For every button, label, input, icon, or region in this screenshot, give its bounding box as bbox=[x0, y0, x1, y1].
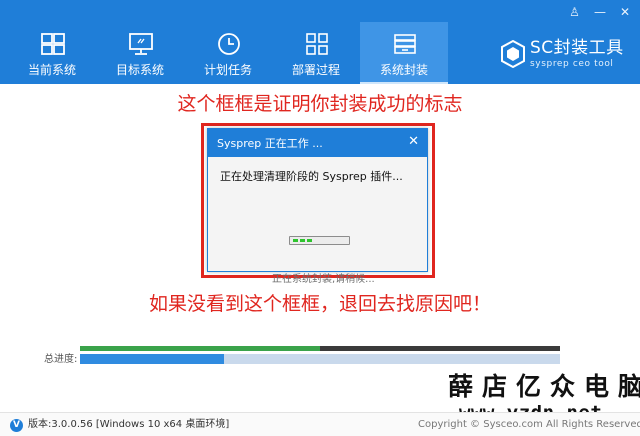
user-icon[interactable]: ♙ bbox=[569, 6, 580, 18]
nav-system-package[interactable]: 系统封装 bbox=[360, 22, 448, 84]
app-header: ♙ — ✕ 当前系统 目标系统 计划任务 部署过程 系统封装 SC封装工具 sy… bbox=[0, 0, 640, 84]
windows-icon bbox=[41, 33, 65, 55]
watermark-title: 薛店亿众电脑 bbox=[448, 372, 640, 401]
step-progress-bar bbox=[80, 346, 560, 351]
annotation-bottom: 如果没看到这个框框，退回去找原因吧！ bbox=[148, 293, 491, 315]
grid-icon bbox=[306, 33, 328, 55]
total-progress-bar bbox=[80, 354, 560, 364]
dialog-titlebar: Sysprep 正在工作 ... ✕ bbox=[208, 129, 427, 157]
monitor-icon bbox=[129, 33, 153, 55]
nav-label: 当前系统 bbox=[27, 63, 76, 77]
total-progress-fill bbox=[80, 354, 224, 364]
total-progress-label: 总进度: bbox=[44, 354, 78, 365]
logo-mark-icon bbox=[501, 40, 525, 68]
nav-current-system[interactable]: 当前系统 bbox=[8, 22, 96, 84]
version-text: 版本:3.0.0.56 [Windows 10 x64 桌面环境] bbox=[28, 419, 230, 430]
nav-label: 部署过程 bbox=[291, 63, 340, 77]
nav-label: 计划任务 bbox=[203, 63, 252, 77]
status-bar: V 版本:3.0.0.56 [Windows 10 x64 桌面环境] Copy… bbox=[0, 412, 640, 436]
step-progress-fill bbox=[80, 346, 320, 351]
status-text: 正在系统封装,请稍候... bbox=[272, 274, 375, 285]
progress-segment bbox=[293, 239, 298, 242]
minimize-button[interactable]: — bbox=[594, 6, 606, 18]
window-controls: ♙ — ✕ bbox=[569, 6, 630, 18]
dialog-progress-bar bbox=[289, 236, 350, 245]
version-badge-icon: V bbox=[10, 419, 23, 432]
logo-subtitle: sysprep ceo tool bbox=[530, 59, 614, 69]
nav-label: 目标系统 bbox=[115, 63, 164, 77]
app-logo: SC封装工具 sysprep ceo tool bbox=[500, 38, 632, 74]
dialog-close-button[interactable]: ✕ bbox=[408, 135, 419, 149]
package-icon bbox=[394, 34, 416, 54]
nav-scheduled-tasks[interactable]: 计划任务 bbox=[184, 22, 272, 84]
close-button[interactable]: ✕ bbox=[620, 6, 630, 18]
progress-segment bbox=[300, 239, 305, 242]
nav-deployment[interactable]: 部署过程 bbox=[272, 22, 360, 84]
progress-segment bbox=[307, 239, 312, 242]
copyright-text: Copyright © Sysceo.com All Rights Reserv… bbox=[418, 419, 640, 430]
dialog-message: 正在处理清理阶段的 Sysprep 插件... bbox=[220, 170, 403, 183]
nav-label: 系统封装 bbox=[379, 63, 428, 77]
logo-title: SC封装工具 bbox=[530, 38, 624, 58]
annotation-top: 这个框框是证明你封装成功的标志 bbox=[177, 93, 463, 115]
nav-target-system[interactable]: 目标系统 bbox=[96, 22, 184, 84]
main-nav: 当前系统 目标系统 计划任务 部署过程 系统封装 bbox=[0, 22, 448, 84]
dialog-title: Sysprep 正在工作 ... bbox=[217, 137, 323, 150]
clock-icon bbox=[218, 33, 240, 55]
sysprep-dialog: Sysprep 正在工作 ... ✕ 正在处理清理阶段的 Sysprep 插件.… bbox=[207, 128, 428, 272]
